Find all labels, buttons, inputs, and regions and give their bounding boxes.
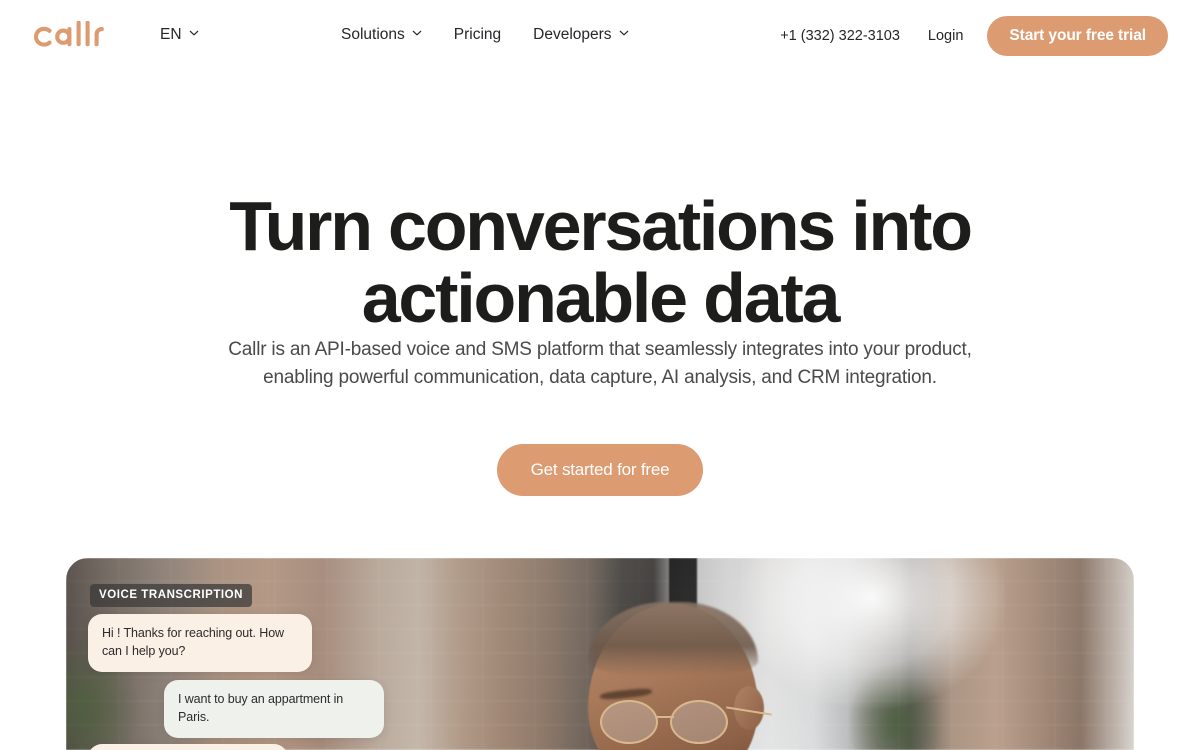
nav-label-solutions: Solutions <box>341 26 405 43</box>
chat-bubble-agent-next <box>88 744 288 750</box>
hair-shape <box>588 602 758 676</box>
get-started-button[interactable]: Get started for free <box>496 444 704 496</box>
landing-page: EN Solutions Pricing Developers +1 (332)… <box>0 0 1200 750</box>
hero-cta-container: Get started for free <box>0 444 1200 496</box>
nav-label-developers: Developers <box>533 26 612 43</box>
hero-subtitle: Callr is an API-based voice and SMS plat… <box>228 339 972 388</box>
nav-label-pricing: Pricing <box>453 26 502 43</box>
right-lens <box>670 700 728 744</box>
chevron-down-icon <box>619 28 629 38</box>
nav-item-solutions[interactable]: Solutions <box>341 26 422 44</box>
callr-wordmark-icon <box>33 21 104 47</box>
voice-transcription-badge: VOICE TRANSCRIPTION <box>90 584 252 607</box>
language-label: EN <box>160 26 182 43</box>
person-on-phone-illustration <box>564 602 804 750</box>
hero-media-panel: VOICE TRANSCRIPTION Hi ! Thanks for reac… <box>66 558 1134 750</box>
chevron-down-icon <box>412 28 422 38</box>
header-actions: +1 (332) 322-3103 Login Start your free … <box>780 16 1168 56</box>
site-header: EN Solutions Pricing Developers +1 (332)… <box>0 0 1200 72</box>
nav-item-pricing[interactable]: Pricing <box>454 26 501 44</box>
language-selector[interactable]: EN <box>160 26 199 44</box>
start-free-trial-button[interactable]: Start your free trial <box>987 16 1168 56</box>
chat-bubble-agent-greeting: Hi ! Thanks for reaching out. How can I … <box>88 614 312 672</box>
phone-number-link[interactable]: +1 (332) 322-3103 <box>780 28 900 44</box>
glasses-temple <box>726 706 772 716</box>
glasses-bridge <box>656 716 674 718</box>
callr-logo[interactable] <box>32 18 110 54</box>
chevron-down-icon <box>189 28 199 38</box>
chat-bubble-customer-request: I want to buy an appartment in Paris. <box>164 680 384 738</box>
nav-item-developers[interactable]: Developers <box>533 26 628 44</box>
page-title: Turn conversations into actionable data <box>229 187 973 338</box>
primary-navigation: Solutions Pricing Developers <box>341 26 629 44</box>
login-link[interactable]: Login <box>928 28 963 44</box>
glasses-icon <box>598 700 772 744</box>
left-lens <box>600 700 658 744</box>
